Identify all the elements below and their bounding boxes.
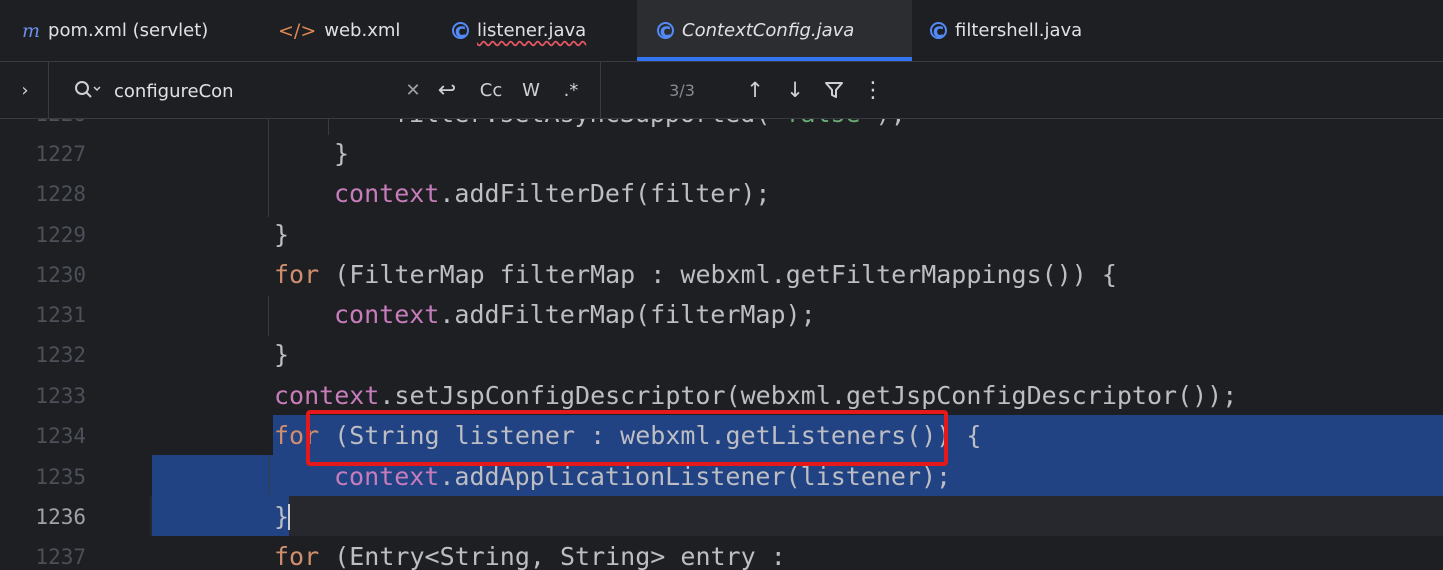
text-caret <box>288 504 290 530</box>
line-number: 1228 <box>35 182 86 206</box>
selection-highlight <box>152 496 289 536</box>
code-line: } <box>334 134 349 174</box>
whole-words-toggle[interactable]: W <box>514 75 548 105</box>
maven-icon: m <box>22 19 41 42</box>
code-token: (FilterMap filterMap : webxml.getFilterM… <box>319 260 1117 289</box>
tab-label: web.xml <box>324 20 401 41</box>
search-input[interactable] <box>112 74 396 108</box>
indent-guide <box>268 455 269 495</box>
match-count: 3/3 <box>669 80 695 100</box>
line-number: 1226 <box>0 119 86 134</box>
java-class-icon: c <box>657 20 674 42</box>
code-token: } <box>334 139 350 168</box>
code-line: for (FilterMap filterMap : webxml.getFil… <box>274 255 1117 295</box>
java-class-icon: c <box>452 20 469 42</box>
editor-tab-bar: m pom.xml (servlet) </> web.xml c listen… <box>0 0 1443 62</box>
regex-toggle[interactable]: .* <box>554 75 588 105</box>
line-number: 1231 <box>35 303 86 327</box>
xml-file-icon: </> <box>278 19 317 42</box>
code-token: filter.setAsyncSupported( <box>394 119 770 128</box>
tab-web-xml[interactable]: </> web.xml <box>262 0 422 61</box>
code-line: for (Entry<String, String> entry : <box>274 537 786 570</box>
search-history-icon[interactable] <box>70 75 104 105</box>
line-number: 1234 <box>35 424 86 448</box>
code-token: context <box>334 462 440 491</box>
code-token: (Entry<String, String> entry : <box>319 542 786 570</box>
code-token: .addApplicationListener(listener); <box>439 462 952 491</box>
code-token: .addFilterMap(filterMap); <box>439 300 816 329</box>
line-number: 1232 <box>35 343 86 367</box>
tab-listener-java[interactable]: c listener.java <box>436 0 616 61</box>
code-line: context.addFilterDef(filter); <box>334 174 771 214</box>
code-line: } <box>274 215 289 255</box>
code-line: } <box>274 497 289 537</box>
code-token: for <box>274 260 320 289</box>
java-class-icon: c <box>930 20 947 42</box>
line-number: 1227 <box>35 142 86 166</box>
code-token: context <box>334 300 440 329</box>
new-line-icon[interactable]: ↩ <box>432 75 462 105</box>
code-token: context <box>334 179 440 208</box>
code-line: context.addFilterMap(filterMap); <box>334 295 816 335</box>
find-bar: › ✕ ↩ Cc W .* 3/3 ↑ ↓ ⋮ <box>0 62 1443 119</box>
code-token: } <box>274 220 290 249</box>
code-token: } <box>274 502 290 531</box>
code-token: .addFilterDef(filter); <box>439 179 771 208</box>
line-number: 1229 <box>35 223 86 247</box>
code-line: } <box>274 335 289 375</box>
divider <box>48 62 49 118</box>
line-number-current: 1236 <box>35 505 86 529</box>
code-token: context <box>274 381 380 410</box>
tab-label: listener.java <box>477 20 587 41</box>
clear-search-icon[interactable]: ✕ <box>400 75 426 105</box>
tab-label: filtershell.java <box>955 20 1083 41</box>
line-number: 1233 <box>35 384 86 408</box>
code-token: } <box>274 340 290 369</box>
next-occurrence-icon[interactable]: ↓ <box>780 75 810 105</box>
code-line: filter.setAsyncSupported("false"); <box>394 119 906 134</box>
expand-replace-toggle[interactable]: › <box>10 75 40 105</box>
tab-pom-xml[interactable]: m pom.xml (servlet) <box>0 0 240 61</box>
line-number: 1235 <box>35 465 86 489</box>
tab-filtershell-java[interactable]: c filtershell.java <box>914 0 1114 61</box>
more-options-icon[interactable]: ⋮ <box>860 75 886 105</box>
indent-guide <box>328 119 329 135</box>
line-number: 1230 <box>35 263 86 287</box>
code-editor[interactable]: 1226 1227 1228 1229 1230 1231 1232 1233 … <box>0 119 1443 570</box>
divider <box>600 62 601 118</box>
line-number: 1237 <box>35 545 86 569</box>
annotation-highlight-box <box>306 410 948 466</box>
tab-label: ContextConfig.java <box>682 20 855 41</box>
tab-label: pom.xml (servlet) <box>48 20 209 41</box>
code-token: .setJspConfigDescriptor(webxml.getJspCon… <box>379 381 1238 410</box>
code-token: "false" <box>770 119 875 128</box>
indent-guide <box>268 119 269 217</box>
previous-occurrence-icon[interactable]: ↑ <box>740 75 770 105</box>
match-case-toggle[interactable]: Cc <box>474 75 508 105</box>
code-token: ); <box>876 119 906 128</box>
indent-guide <box>268 296 269 336</box>
code-token: for <box>274 542 320 570</box>
tab-contextconfig-java[interactable]: c ContextConfig.java <box>637 0 912 61</box>
filter-icon[interactable] <box>818 75 850 105</box>
